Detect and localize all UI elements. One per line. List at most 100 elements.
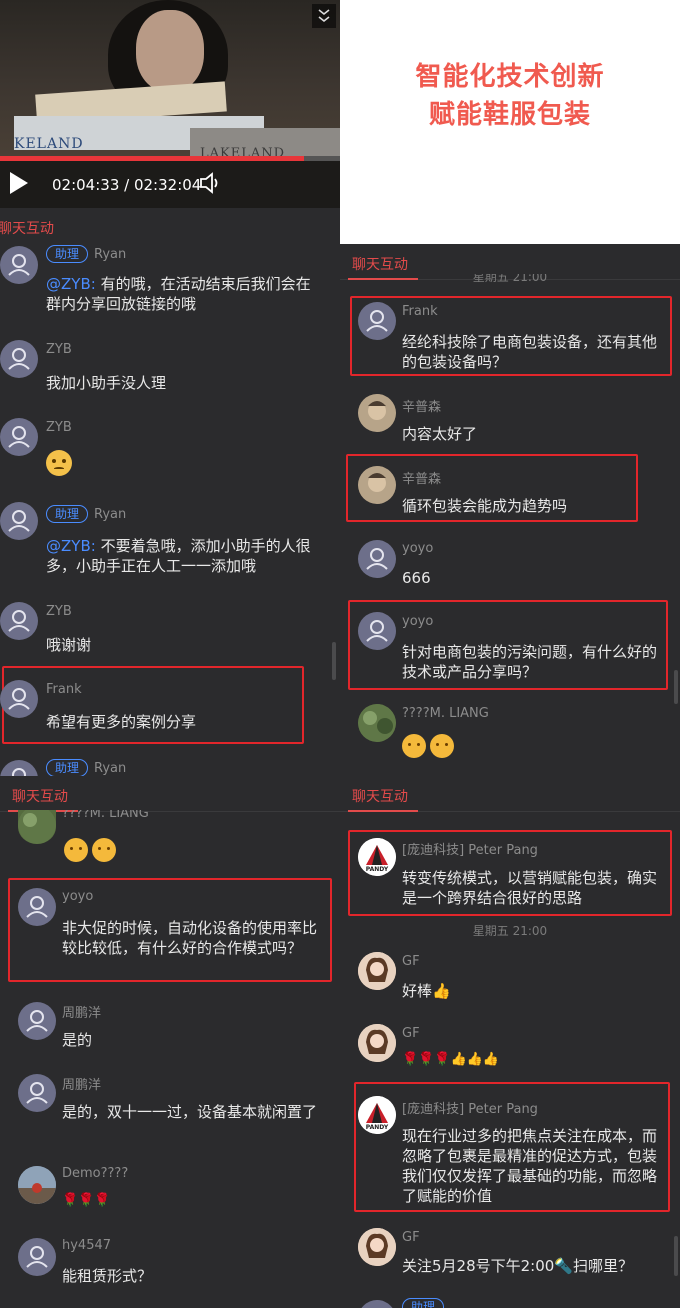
avatar — [358, 1300, 396, 1308]
total-time: 02:32:04 — [133, 176, 202, 194]
sender-name: GF — [402, 1026, 420, 1041]
sender-name: ????M. LIANG — [402, 706, 489, 721]
avatar — [358, 1024, 396, 1062]
chat-panel-2: 聊天互动 星期五 21:00 Frank 经纶科技除了电商包装设备，还有其他的包… — [340, 244, 680, 776]
sender-name: yoyo — [402, 541, 434, 556]
avatar — [358, 612, 396, 650]
message-text: 现在行业过多的把焦点关注在成本，而忽略了包裹是最精准的促达方式，包装我们仅仅发挥… — [402, 1127, 658, 1205]
sender-name: [庞迪科技] Peter Pang — [402, 1102, 538, 1117]
avatar — [358, 466, 396, 504]
time-separator: / — [119, 176, 134, 194]
message-text: @ZYB: 有的哦，在活动结束后我们会在群内分享回放链接的哦 — [46, 274, 324, 314]
avatar — [358, 302, 396, 340]
sender-name: Ryan — [94, 247, 127, 262]
sender-name: GF — [402, 954, 420, 969]
collapse-icon — [318, 9, 330, 23]
avatar — [18, 888, 56, 926]
avatar — [0, 418, 38, 456]
sender-name: Frank — [46, 682, 82, 697]
avatar — [0, 760, 38, 776]
mention[interactable]: @ZYB: — [46, 275, 96, 293]
chat-header: 聊天互动 — [340, 776, 680, 812]
scrollbar[interactable] — [332, 642, 336, 680]
time-display: 02:04:33 / 02:32:04 — [52, 176, 201, 194]
svg-text:PANDY: PANDY — [366, 1124, 389, 1131]
message-text: 好棒👍 — [402, 982, 451, 1000]
sender-name: [庞迪科技] Peter Pang — [402, 843, 538, 858]
message-text: 内容太好了 — [402, 425, 478, 443]
message-text: 能租赁形式？ — [62, 1267, 153, 1285]
chat-header: 聊天互动 — [0, 208, 340, 246]
hugging-face-emoji — [92, 838, 116, 862]
message-text: 非大促的时候，自动化设备的使用率比较比较低，有什么好的合作模式吗？ — [62, 919, 318, 957]
video-player[interactable]: KELAND LAKELAND 02:04:33 / 02:32:04 — [0, 0, 340, 208]
event-banner: 智能化技术创新 赋能鞋服包装 — [340, 0, 680, 244]
message-text: 循环包装会能成为趋势吗 — [402, 497, 568, 515]
play-button[interactable] — [6, 170, 30, 196]
chat-tab[interactable]: 聊天互动 — [0, 218, 54, 238]
avatar — [358, 1228, 396, 1266]
chat-tab[interactable]: 聊天互动 — [12, 786, 68, 806]
svg-text:PANDY: PANDY — [366, 866, 389, 873]
time-separator: 星期五 21:00 — [472, 274, 548, 284]
message-text: 经纶科技除了电商包装设备，还有其他的包装设备吗？ — [402, 333, 658, 371]
sender-name: Demo???? — [62, 1166, 129, 1181]
avatar — [18, 1238, 56, 1276]
sender-name: ZYB — [46, 420, 72, 435]
avatar — [18, 1074, 56, 1112]
sender-name: hy4547 — [62, 1238, 112, 1253]
rose-emoji-group: 🌹🌹🌹 — [62, 1193, 111, 1208]
scrollbar[interactable] — [674, 670, 678, 704]
avatar — [18, 1166, 56, 1204]
progress-fill — [0, 156, 304, 161]
chat-panel-1: 聊天互动 助理 Ryan @ZYB: 有的哦，在活动结束后我们会在群内分享回放链接… — [0, 208, 340, 776]
sender-name: GF — [402, 1230, 420, 1245]
video-frame: KELAND LAKELAND — [0, 0, 340, 161]
avatar — [358, 540, 396, 578]
collapse-button[interactable] — [312, 4, 336, 28]
avatar — [0, 246, 38, 284]
sender-name: ZYB — [46, 342, 72, 357]
avatar — [0, 502, 38, 540]
assistant-badge: 助理 — [46, 245, 89, 263]
confused-face-emoji — [46, 450, 72, 476]
sender-name: ????M. LIANG — [62, 810, 149, 821]
mention[interactable]: @ZYB: — [46, 537, 96, 555]
sender-name: 辛普森 — [402, 400, 442, 415]
message-meta: 助理 Ryan — [46, 245, 126, 263]
avatar — [358, 394, 396, 432]
message-meta: 助理 Ryan — [46, 505, 126, 523]
pandy-logo-avatar: PANDY — [358, 838, 396, 876]
time-separator: 星期五 21:00 — [472, 924, 548, 938]
banner-line-2: 赋能鞋服包装 — [428, 100, 591, 130]
hugging-face-emoji-group — [402, 734, 458, 758]
avatar — [358, 704, 396, 742]
message-text: 关注5月28号下午2:00🔦扫哪里？ — [402, 1257, 633, 1275]
banner-line-1: 智能化技术创新 — [415, 62, 605, 92]
sender-name: yoyo — [62, 889, 94, 904]
message-text: 是的，双十一一过，设备基本就闲置了 — [62, 1103, 318, 1121]
sender-name: Ryan — [94, 761, 127, 776]
message-text: 是的 — [62, 1031, 93, 1049]
hugging-face-emoji — [430, 734, 454, 758]
emoji-group: 🌹🌹🌹👍👍👍 — [402, 1052, 500, 1067]
play-icon — [10, 172, 28, 194]
message-meta: 助理 Ryan — [46, 759, 126, 776]
sender-name: 辛普森 — [402, 472, 442, 487]
message-text: 转变传统模式，以营销赋能包装，确实是一个跨界结合很好的思路 — [402, 869, 658, 907]
sender-name: ZYB — [46, 604, 72, 619]
hugging-face-emoji — [64, 838, 88, 862]
avatar — [0, 680, 38, 718]
chat-header: 聊天互动 — [0, 776, 340, 812]
tab-underline — [348, 810, 418, 812]
chat-tab[interactable]: 聊天互动 — [352, 254, 408, 274]
scrollbar[interactable] — [674, 1236, 678, 1276]
progress-track[interactable] — [0, 156, 340, 161]
message-text: 666 — [402, 569, 431, 587]
volume-button[interactable] — [198, 170, 224, 196]
assistant-badge: 助理 — [46, 505, 89, 523]
presenter-face — [136, 10, 204, 92]
avatar — [18, 810, 56, 844]
message-text: @ZYB: 不要着急哦，添加小助手的人很多，小助手正在人工一一添加哦 — [46, 536, 324, 576]
chat-tab[interactable]: 聊天互动 — [352, 786, 408, 806]
